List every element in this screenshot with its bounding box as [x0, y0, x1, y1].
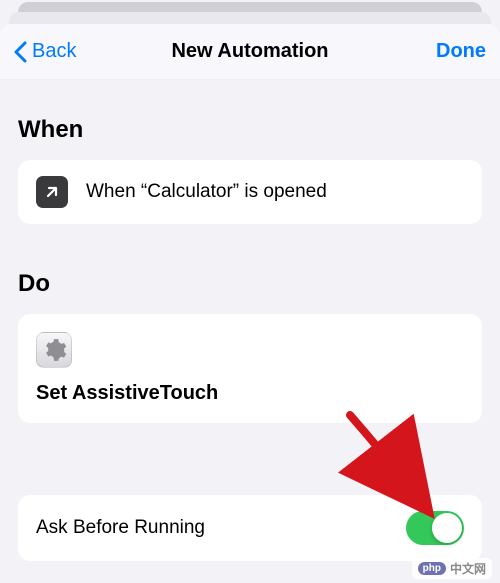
- do-header: Do: [18, 270, 482, 298]
- ask-label: Ask Before Running: [36, 517, 205, 539]
- sheet-modal: Back New Automation Done When When “Calc…: [0, 24, 500, 583]
- nav-bar: Back New Automation Done: [0, 24, 500, 80]
- watermark: php 中文网: [412, 558, 492, 579]
- done-button[interactable]: Done: [436, 40, 486, 63]
- chevron-left-icon: [14, 41, 28, 63]
- back-label: Back: [32, 40, 76, 63]
- do-card[interactable]: Set AssistiveTouch: [18, 314, 482, 423]
- ask-before-running-toggle[interactable]: [406, 511, 464, 545]
- watermark-badge: php: [418, 562, 446, 575]
- gear-icon: [41, 337, 67, 363]
- switch-knob: [432, 513, 462, 543]
- watermark-text: 中文网: [450, 560, 486, 577]
- app-open-icon: [36, 176, 68, 208]
- when-header: When: [18, 116, 482, 144]
- ask-before-running-row: Ask Before Running: [18, 495, 482, 561]
- when-text: When “Calculator” is opened: [86, 181, 327, 203]
- when-card[interactable]: When “Calculator” is opened: [18, 160, 482, 224]
- settings-app-icon: [36, 332, 72, 368]
- back-button[interactable]: Back: [14, 40, 76, 63]
- do-action-text: Set AssistiveTouch: [36, 382, 464, 405]
